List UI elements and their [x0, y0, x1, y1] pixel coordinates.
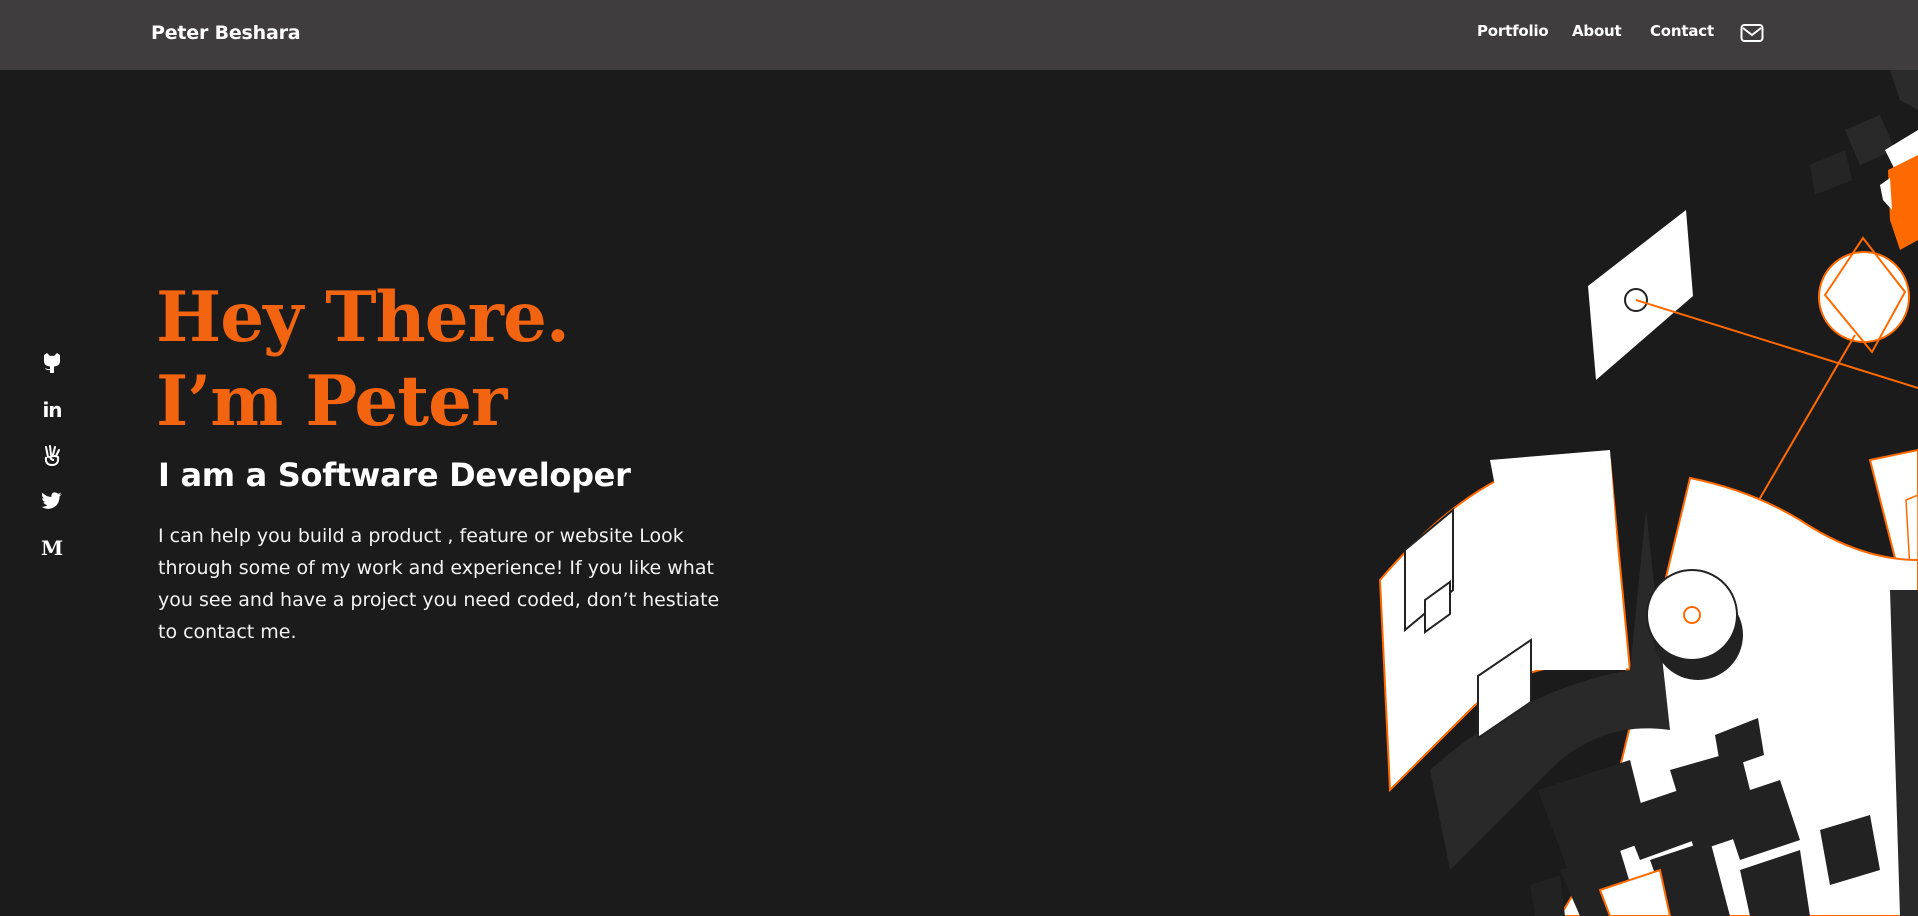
- medium-text: M: [40, 536, 64, 560]
- linkedin-text: in: [42, 398, 62, 422]
- hero-description: I can help you build a product , feature…: [158, 525, 720, 643]
- medium-icon[interactable]: M: [41, 537, 63, 559]
- nav-contact[interactable]: Contact: [1650, 22, 1714, 40]
- twitter-icon[interactable]: [41, 490, 63, 512]
- top-navbar: Peter Beshara Portfolio About Contact: [0, 0, 1918, 70]
- hero-line-2: I’m Peter: [156, 361, 507, 442]
- angellist-icon[interactable]: [41, 445, 63, 467]
- hero-title: Hey There. I’m Peter: [156, 276, 570, 444]
- nav-portfolio[interactable]: Portfolio: [1477, 22, 1549, 40]
- nav-about[interactable]: About: [1572, 22, 1622, 40]
- linkedin-icon[interactable]: in: [41, 399, 63, 421]
- github-icon[interactable]: [41, 352, 63, 374]
- decorative-illustration: [1378, 70, 1918, 916]
- brand-name[interactable]: Peter Beshara: [151, 22, 301, 44]
- mail-icon[interactable]: [1740, 22, 1764, 44]
- hero-line-1: Hey There.: [156, 277, 570, 358]
- hero-subtitle: I am a Software Developer: [158, 456, 631, 494]
